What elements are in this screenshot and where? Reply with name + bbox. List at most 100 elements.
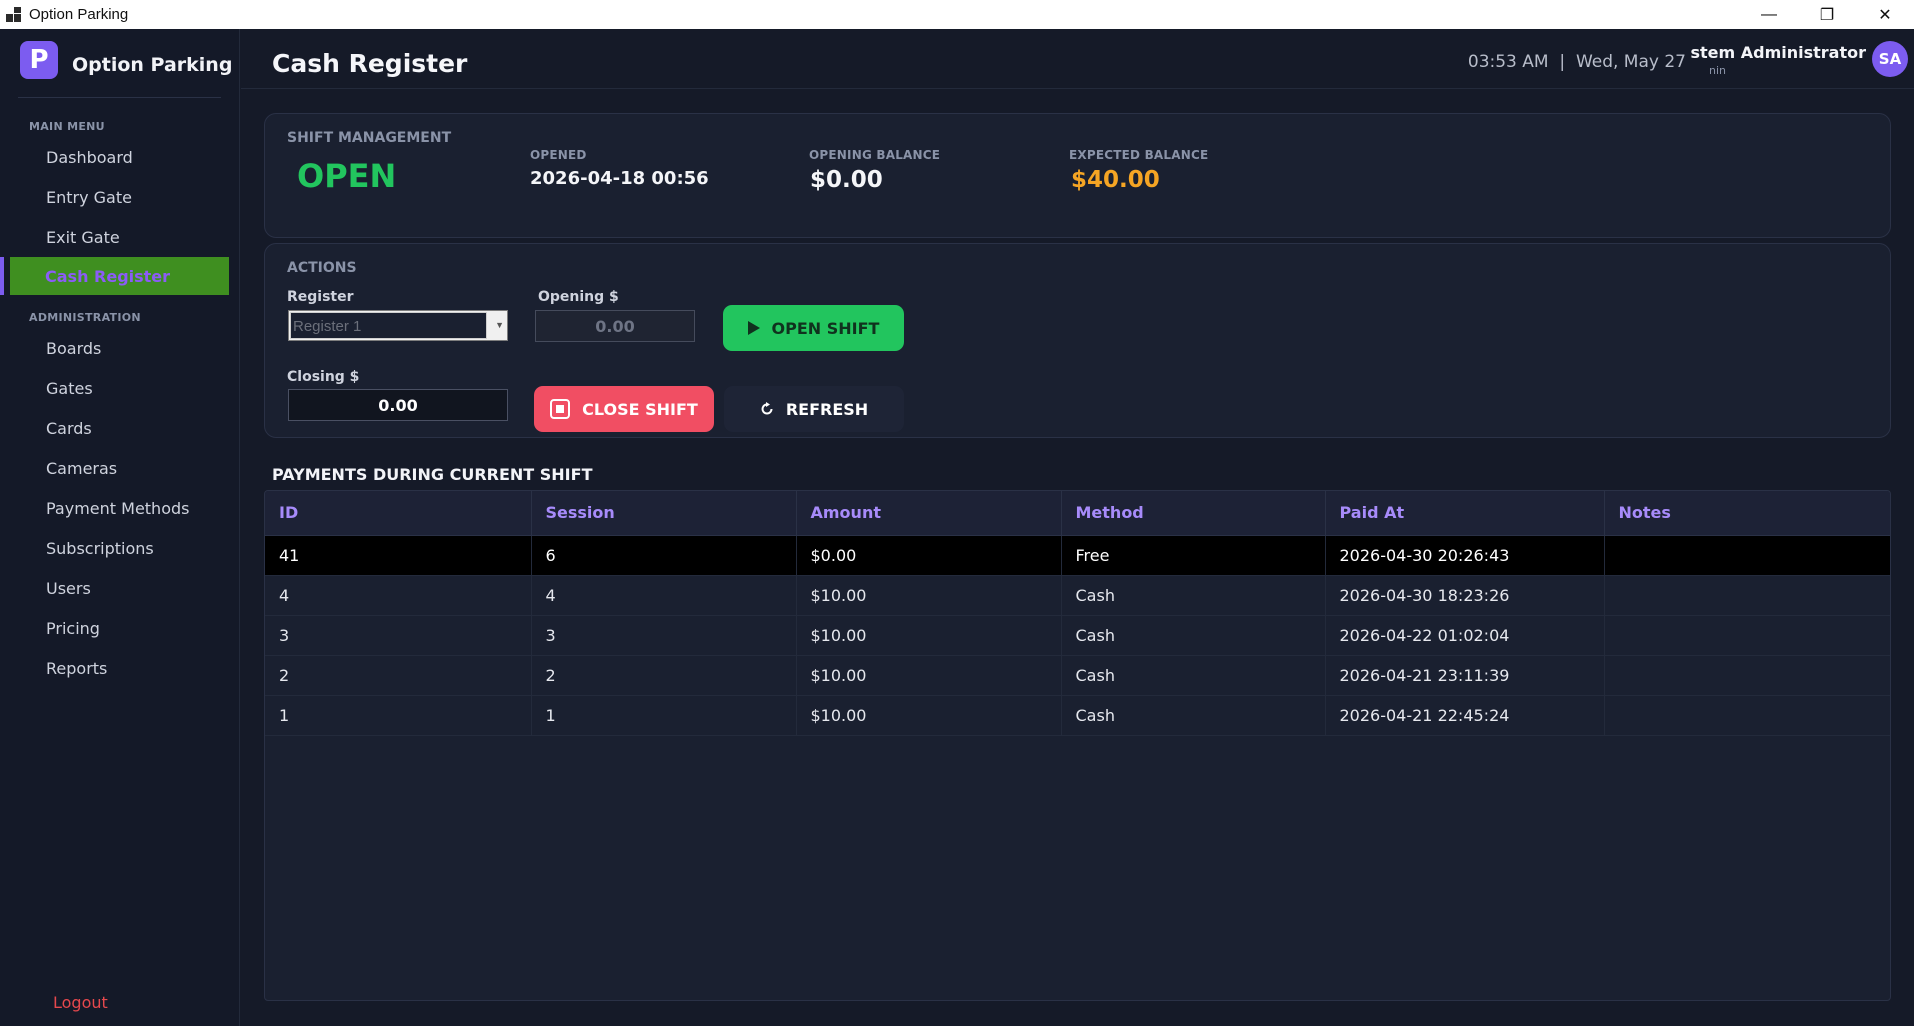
cell-amount: $10.00 xyxy=(796,575,1062,616)
sidebar-item-subscriptions[interactable]: Subscriptions xyxy=(0,528,239,568)
table-header-row: ID Session Amount Method Paid At Notes xyxy=(265,491,1890,536)
cell-paid-at: 2026-04-30 20:26:43 xyxy=(1325,535,1605,576)
opened-label: OPENED xyxy=(530,148,587,162)
stop-icon xyxy=(550,399,571,419)
opened-value: 2026-04-18 00:56 xyxy=(530,168,709,189)
table-row[interactable]: 4 4 $10.00 Cash 2026-04-30 18:23:26 xyxy=(265,575,1890,616)
closing-amount-input[interactable]: 0.00 xyxy=(288,389,508,421)
cell-paid-at: 2026-04-22 01:02:04 xyxy=(1325,615,1605,656)
column-header-amount[interactable]: Amount xyxy=(796,491,1062,536)
refresh-icon xyxy=(760,402,774,416)
sidebar-item-boards[interactable]: Boards xyxy=(0,328,239,368)
column-header-notes[interactable]: Notes xyxy=(1604,491,1890,536)
cell-notes xyxy=(1604,655,1890,696)
expected-balance-label: EXPECTED BALANCE xyxy=(1069,148,1209,162)
opening-balance-label: OPENING BALANCE xyxy=(809,148,941,162)
sidebar-item-entry-gate[interactable]: Entry Gate xyxy=(0,177,239,217)
opening-amount-input[interactable]: 0.00 xyxy=(535,310,695,342)
minimize-button[interactable]: — xyxy=(1740,0,1798,29)
shift-management-card: SHIFT MANAGEMENT OPEN OPENED 2026-04-18 … xyxy=(264,113,1891,238)
clock-separator: | xyxy=(1553,52,1571,72)
cell-notes xyxy=(1604,535,1890,576)
cell-session: 4 xyxy=(531,575,797,616)
cell-method: Free xyxy=(1061,535,1326,576)
cell-paid-at: 2026-04-21 23:11:39 xyxy=(1325,655,1605,696)
cell-notes xyxy=(1604,615,1890,656)
brand: P Option Parking xyxy=(0,29,239,91)
brand-name: Option Parking xyxy=(72,54,233,76)
table-row[interactable]: 1 1 $10.00 Cash 2026-04-21 22:45:24 xyxy=(265,695,1890,736)
logout-link[interactable]: Logout xyxy=(53,993,108,1012)
shift-management-label: SHIFT MANAGEMENT xyxy=(287,130,452,146)
user-name: stem Administrator xyxy=(1690,43,1866,62)
column-header-id[interactable]: ID xyxy=(265,491,532,536)
open-shift-button[interactable]: OPEN SHIFT xyxy=(723,305,904,351)
cell-paid-at: 2026-04-21 22:45:24 xyxy=(1325,695,1605,736)
refresh-label: REFRESH xyxy=(785,399,869,419)
chevron-down-icon: ▼ xyxy=(495,320,504,330)
sidebar-item-cameras[interactable]: Cameras xyxy=(0,448,239,488)
register-select-value: Register 1 xyxy=(293,318,362,335)
cell-id: 1 xyxy=(265,695,532,736)
cell-id: 3 xyxy=(265,615,532,656)
column-header-session[interactable]: Session xyxy=(531,491,797,536)
actions-label: ACTIONS xyxy=(287,260,357,276)
shift-status: OPEN xyxy=(297,157,397,195)
cell-method: Cash xyxy=(1061,655,1326,696)
cell-method: Cash xyxy=(1061,615,1326,656)
cell-id: 4 xyxy=(265,575,532,616)
cell-id: 41 xyxy=(265,535,532,576)
header: Cash Register 03:53 AM | Wed, May 27 ste… xyxy=(241,29,1914,89)
app-icon xyxy=(6,6,22,23)
sidebar-item-payment-methods[interactable]: Payment Methods xyxy=(0,488,239,528)
opening-balance-value: $0.00 xyxy=(810,167,883,193)
cell-notes xyxy=(1604,695,1890,736)
cell-amount: $10.00 xyxy=(796,615,1062,656)
table-row[interactable]: 41 6 $0.00 Free 2026-04-30 20:26:43 xyxy=(265,535,1890,576)
column-header-method[interactable]: Method xyxy=(1061,491,1326,536)
cell-amount: $0.00 xyxy=(796,535,1062,576)
cell-amount: $10.00 xyxy=(796,695,1062,736)
administration-label: ADMINISTRATION xyxy=(29,311,141,324)
clock-time: 03:53 AM xyxy=(1467,52,1549,72)
table-row[interactable]: 2 2 $10.00 Cash 2026-04-21 23:11:39 xyxy=(265,655,1890,696)
payments-table: ID Session Amount Method Paid At Notes 4… xyxy=(264,490,1891,1001)
restore-button[interactable]: ❐ xyxy=(1798,0,1856,29)
clock-date: Wed, May 27 xyxy=(1575,52,1686,72)
sidebar-item-exit-gate[interactable]: Exit Gate xyxy=(0,217,239,257)
cell-method: Cash xyxy=(1061,575,1326,616)
sidebar-item-dashboard[interactable]: Dashboard xyxy=(0,137,239,177)
cell-session: 2 xyxy=(531,655,797,696)
register-select[interactable]: Register 1 ▼ xyxy=(288,310,508,341)
payments-title: PAYMENTS DURING CURRENT SHIFT xyxy=(272,465,593,484)
closing-amount-label: Closing $ xyxy=(287,369,360,385)
avatar[interactable]: SA xyxy=(1872,41,1908,77)
open-shift-label: OPEN SHIFT xyxy=(771,318,880,338)
cell-paid-at: 2026-04-30 18:23:26 xyxy=(1325,575,1605,616)
actions-card: ACTIONS Register Register 1 ▼ Opening $ … xyxy=(264,243,1891,438)
close-window-button[interactable]: ✕ xyxy=(1856,0,1914,29)
cell-notes xyxy=(1604,575,1890,616)
table-row[interactable]: 3 3 $10.00 Cash 2026-04-22 01:02:04 xyxy=(265,615,1890,656)
close-shift-button[interactable]: CLOSE SHIFT xyxy=(534,386,714,432)
sidebar-item-users[interactable]: Users xyxy=(0,568,239,608)
cell-amount: $10.00 xyxy=(796,655,1062,696)
user-role: nin xyxy=(1709,64,1726,77)
cell-session: 3 xyxy=(531,615,797,656)
window-title: Option Parking xyxy=(29,6,129,23)
refresh-button[interactable]: REFRESH xyxy=(724,386,904,432)
sidebar-item-cash-register[interactable]: Cash Register xyxy=(10,257,229,295)
register-select-field: Register 1 xyxy=(290,312,487,339)
cell-session: 6 xyxy=(531,535,797,576)
sidebar-item-reports[interactable]: Reports xyxy=(0,648,239,688)
page-title: Cash Register xyxy=(272,49,468,78)
brand-logo: P xyxy=(20,41,58,79)
sidebar-item-cards[interactable]: Cards xyxy=(0,408,239,448)
play-icon xyxy=(747,321,760,335)
column-header-paid-at[interactable]: Paid At xyxy=(1325,491,1605,536)
sidebar-item-gates[interactable]: Gates xyxy=(0,368,239,408)
window-titlebar: Option Parking — ❐ ✕ xyxy=(0,0,1914,29)
cell-method: Cash xyxy=(1061,695,1326,736)
sidebar-item-pricing[interactable]: Pricing xyxy=(0,608,239,648)
close-shift-label: CLOSE SHIFT xyxy=(582,399,698,419)
